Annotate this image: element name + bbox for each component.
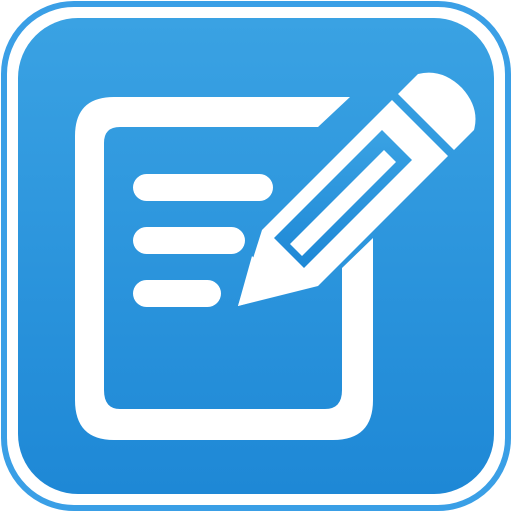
text-line-2	[133, 227, 245, 254]
text-line-3	[133, 280, 221, 307]
edit-note-icon	[1, 1, 511, 511]
app-icon[interactable]	[0, 0, 512, 512]
text-line-1	[133, 174, 273, 201]
